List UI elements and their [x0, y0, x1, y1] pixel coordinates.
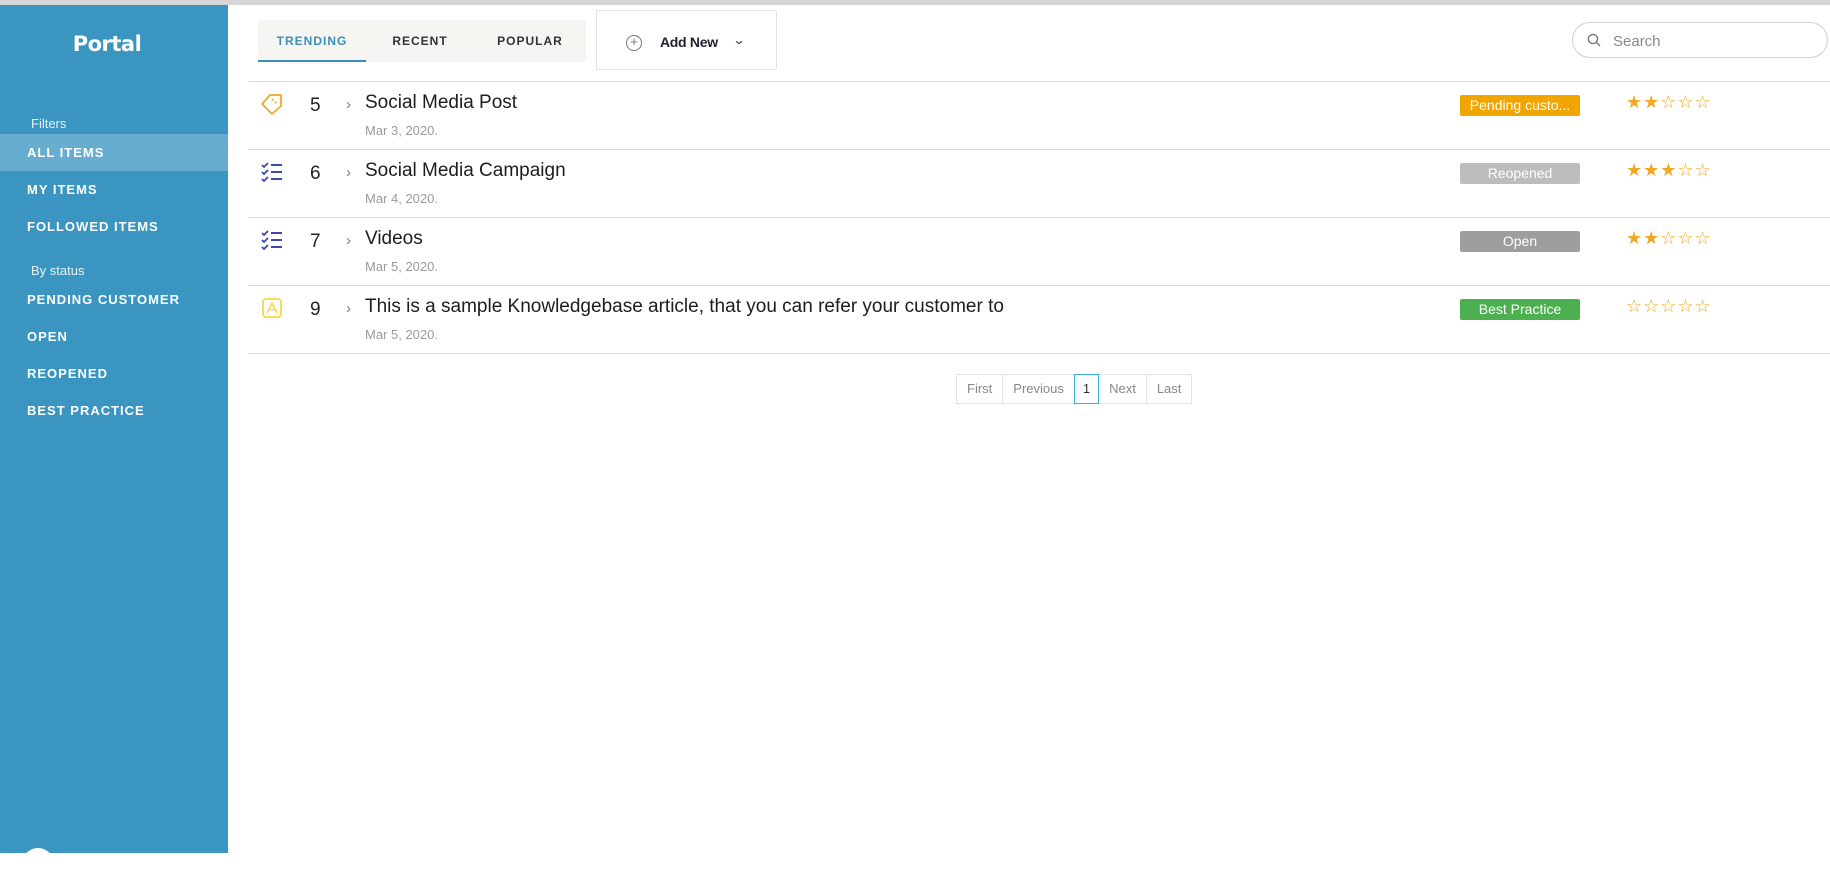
list-item[interactable]: 6 › Social Media Campaign Mar 4, 2020. R… [248, 150, 1830, 218]
item-number: 7 [310, 231, 321, 252]
page-next-button[interactable]: Next [1098, 374, 1147, 404]
ticket-icon [261, 94, 282, 115]
list-item[interactable]: 7 › Videos Mar 5, 2020. Open ★★☆☆☆ [248, 218, 1830, 286]
pagination: First Previous 1 Next Last [956, 374, 1193, 404]
page-last-button[interactable]: Last [1145, 374, 1193, 404]
status-badge: Best Practice [1460, 299, 1580, 320]
search-input[interactable] [1613, 30, 1813, 52]
view-tabs: TRENDING RECENT POPULAR [258, 20, 586, 62]
item-title[interactable]: Social Media Campaign [365, 160, 566, 182]
add-new-button[interactable]: + Add New ⌄ [596, 10, 777, 70]
item-number: 9 [310, 299, 321, 320]
item-date: Mar 5, 2020. [365, 259, 438, 274]
status-badge: Pending custo... [1460, 95, 1580, 116]
status-badge: Reopened [1460, 163, 1580, 184]
rating-stars: ☆☆☆☆☆ [1626, 296, 1712, 317]
rating-stars: ★★☆☆☆ [1626, 92, 1712, 113]
chevron-down-icon: ⌄ [732, 33, 746, 47]
checklist-icon [261, 230, 282, 251]
rating-stars: ★★☆☆☆ [1626, 228, 1712, 249]
item-title[interactable]: Videos [365, 228, 423, 250]
article-icon [262, 298, 282, 318]
list-item[interactable]: 9 › This is a sample Knowledgebase artic… [248, 286, 1830, 354]
page-first-button[interactable]: First [956, 374, 1004, 404]
page-previous-button[interactable]: Previous [1002, 374, 1075, 404]
tab-recent[interactable]: RECENT [366, 20, 474, 62]
search-box [1572, 22, 1828, 58]
item-date: Mar 5, 2020. [365, 327, 438, 342]
add-new-label: Add New [660, 34, 718, 50]
chevron-right-icon[interactable]: › [346, 96, 351, 113]
item-number: 5 [310, 95, 321, 116]
brand-logo[interactable]: Portal [0, 32, 214, 56]
item-date: Mar 4, 2020. [365, 191, 438, 206]
sidebar-item-my-items[interactable]: MY ITEMS [0, 171, 228, 208]
sidebar-item-best-practice[interactable]: BEST PRACTICE [0, 392, 228, 429]
sidebar-item-all-items[interactable]: ALL ITEMS [0, 134, 228, 171]
status-section-label: By status [31, 263, 85, 278]
sidebar-item-reopened[interactable]: REOPENED [0, 355, 228, 392]
item-title[interactable]: This is a sample Knowledgebase article, … [365, 296, 1004, 318]
chevron-right-icon[interactable]: › [346, 300, 351, 317]
rating-stars: ★★★☆☆ [1626, 160, 1712, 181]
chevron-right-icon[interactable]: › [346, 232, 351, 249]
filters-section-label: Filters [31, 116, 67, 131]
chevron-right-icon[interactable]: › [346, 164, 351, 181]
tab-trending[interactable]: TRENDING [258, 20, 366, 62]
checklist-icon [261, 162, 282, 183]
status-badge: Open [1460, 231, 1580, 252]
list-item[interactable]: 5 › Social Media Post Mar 3, 2020. Pendi… [248, 82, 1830, 150]
item-date: Mar 3, 2020. [365, 123, 438, 138]
search-icon [1587, 33, 1601, 47]
sidebar: Portal Filters ALL ITEMS MY ITEMS FOLLOW… [0, 5, 228, 880]
tab-popular[interactable]: POPULAR [474, 20, 586, 62]
sidebar-item-pending-customer[interactable]: PENDING CUSTOMER [0, 281, 228, 318]
page-current-button[interactable]: 1 [1073, 374, 1100, 404]
plus-circle-icon: + [626, 35, 642, 51]
item-title[interactable]: Social Media Post [365, 92, 517, 114]
sidebar-item-open[interactable]: OPEN [0, 318, 228, 355]
sidebar-item-followed-items[interactable]: FOLLOWED ITEMS [0, 208, 228, 245]
main-content: TRENDING RECENT POPULAR + Add New ⌄ 5 › … [228, 5, 1830, 853]
item-number: 6 [310, 163, 321, 184]
